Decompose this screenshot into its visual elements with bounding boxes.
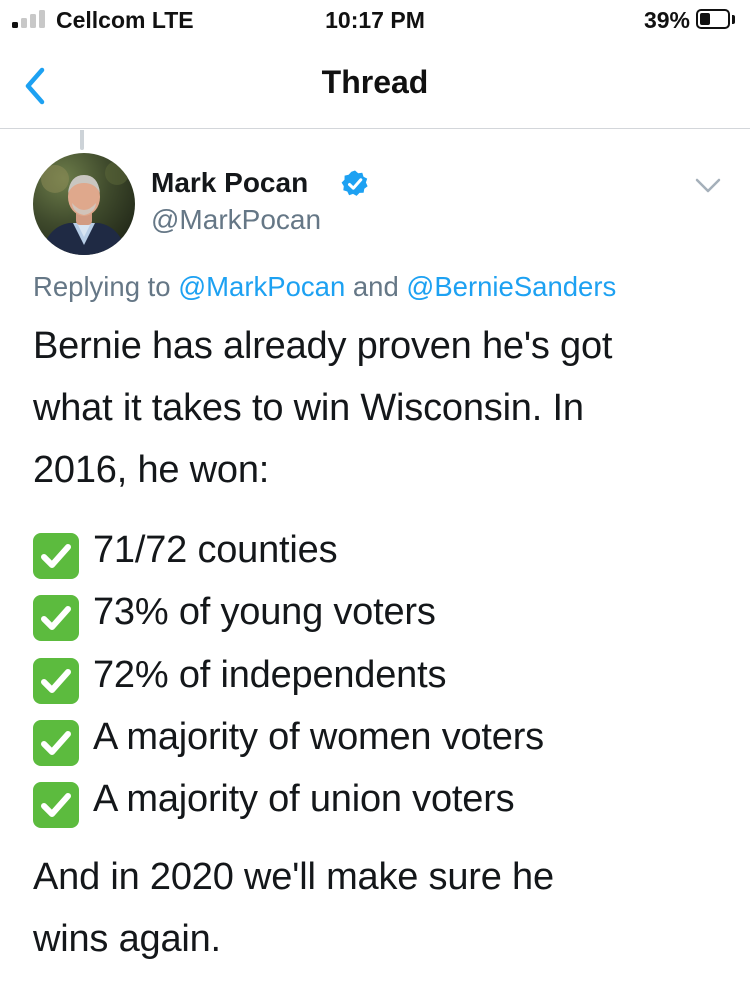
tweet-text-line: And in 2020 we'll make sure he — [33, 856, 554, 898]
check-mark-icon — [33, 658, 79, 704]
replying-to-line: Replying to @MarkPocan and @BernieSander… — [33, 271, 616, 303]
list-item-label: 72% of independents — [93, 654, 447, 696]
avatar[interactable] — [33, 153, 135, 255]
author-name[interactable]: Mark Pocan — [151, 167, 308, 199]
list-item-label: 73% of young voters — [93, 591, 436, 633]
check-mark-icon — [33, 782, 79, 828]
tweet-text-line: what it takes to win Wisconsin. In — [33, 387, 584, 429]
list-item-label: A majority of women voters — [93, 716, 544, 758]
reply-joiner: and — [345, 271, 407, 302]
mention-link-markpocan[interactable]: @MarkPocan — [178, 271, 345, 302]
author-handle[interactable]: @MarkPocan — [151, 204, 321, 236]
battery-level — [700, 13, 710, 25]
list-item-label: A majority of union voters — [93, 778, 515, 820]
page-title: Thread — [321, 64, 429, 100]
replying-to-label: Replying to — [33, 271, 179, 302]
tweet-text-line: 2016, he won: — [33, 449, 270, 491]
mention-link-berniesanders[interactable]: @BernieSanders — [406, 271, 616, 302]
check-mark-icon — [33, 533, 79, 579]
check-mark-icon — [33, 720, 79, 766]
check-mark-icon — [33, 595, 79, 641]
status-time: 10:17 PM — [325, 7, 425, 33]
battery-tip — [732, 15, 735, 24]
chevron-down-icon[interactable] — [694, 177, 722, 195]
thread-connector-line — [80, 130, 84, 150]
tweet-text-line: wins again. — [33, 918, 221, 960]
avatar-image — [33, 153, 135, 255]
status-bar: Cellcom LTE 10:17 PM 39% — [0, 0, 750, 42]
tweet-text-line: Bernie has already proven he's got — [33, 325, 613, 367]
navigation-bar: Thread — [0, 42, 750, 129]
list-item-label: 71/72 counties — [93, 529, 338, 571]
verified-badge-icon — [341, 170, 368, 196]
battery-percentage: 39% — [643, 7, 690, 33]
battery-icon — [696, 9, 730, 29]
